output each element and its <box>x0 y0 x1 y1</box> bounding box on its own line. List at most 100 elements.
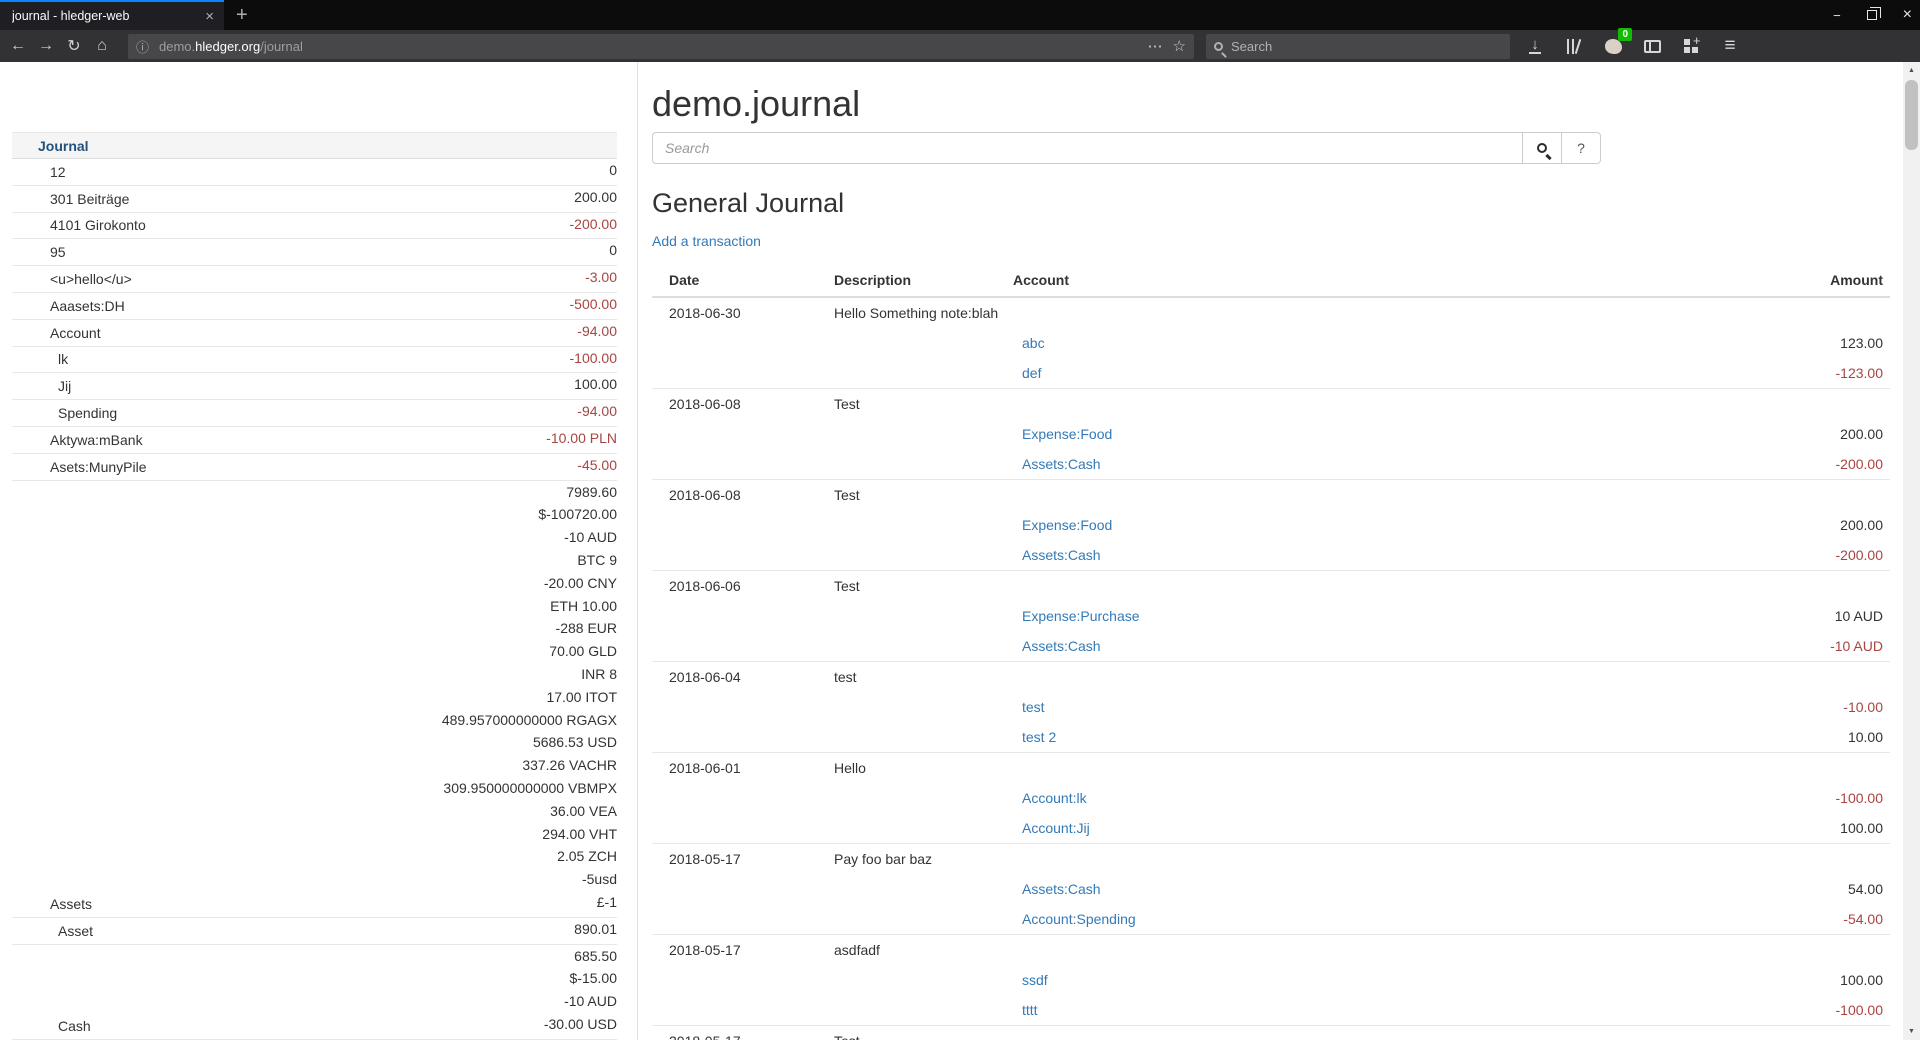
sidebar-account-link[interactable]: Aaasets:DH <box>12 297 570 316</box>
scroll-up-icon[interactable]: ▲ <box>1903 62 1920 79</box>
sidebar-account-link[interactable]: Aktywa:mBank <box>12 431 546 450</box>
forward-icon[interactable]: → <box>32 37 60 55</box>
reload-icon[interactable]: ↻ <box>60 36 88 56</box>
account-balance: -100.00 <box>570 347 617 370</box>
posting-account-link[interactable]: Assets:Cash <box>1022 881 1101 897</box>
posting-amount: 100.00 <box>1840 820 1883 836</box>
posting-account-link[interactable]: Account:lk <box>1022 790 1087 806</box>
window-close-button[interactable]: × <box>1903 6 1912 24</box>
transaction-summary-row[interactable]: 2018-05-17Pay foo bar baz <box>652 844 1890 874</box>
posting-account-link[interactable]: def <box>1022 365 1041 381</box>
journal-search-button[interactable] <box>1523 132 1562 164</box>
transaction-summary-row[interactable]: 2018-06-04test <box>652 662 1890 692</box>
posting-row: Assets:Cash54.00 <box>652 874 1890 904</box>
balance-amount: -94.00 <box>577 400 617 423</box>
sidebar-account-link[interactable]: lk <box>12 350 570 369</box>
balance-amount: -45.00 <box>577 454 617 477</box>
account-balance: 200.00 <box>574 186 617 209</box>
transaction-summary-row[interactable]: 2018-06-08Test <box>652 389 1890 419</box>
account-balance: 685.50$-15.00-10 AUD-30.00 USD <box>544 945 617 1036</box>
posting-account-link[interactable]: Expense:Food <box>1022 517 1112 533</box>
sidebar-account-link[interactable]: 4101 Girokonto <box>12 216 570 235</box>
sidebar-account-link[interactable]: 95 <box>12 243 609 262</box>
posting-account-link[interactable]: Account:Spending <box>1022 911 1136 927</box>
new-tab-button[interactable]: + <box>236 1 248 29</box>
transaction-description: test <box>834 669 857 685</box>
posting-account-link[interactable]: Account:Jij <box>1022 820 1090 836</box>
page-scrollbar[interactable]: ▲ ▼ <box>1903 62 1920 1040</box>
journal-link[interactable]: Journal <box>38 138 89 154</box>
balance-amount: 70.00 GLD <box>442 640 617 663</box>
sidebar-divider <box>637 62 638 1040</box>
transaction-summary-row[interactable]: 2018-06-01Hello <box>652 753 1890 783</box>
posting-account-link[interactable]: tttt <box>1022 1002 1038 1018</box>
extension-icon[interactable]: 0 <box>1602 35 1624 57</box>
sidebar-account-link[interactable]: Asets:MunyPile <box>12 458 577 477</box>
posting-row: Expense:Purchase 10 AUD <box>652 601 1890 631</box>
transaction-date: 2018-06-30 <box>669 305 741 321</box>
posting-amount: 10 AUD <box>1835 608 1883 624</box>
sidebar-account-row: Aktywa:mBank-10.00 PLN <box>12 427 617 454</box>
balance-amount: 0 <box>609 239 617 262</box>
transaction-description: Test <box>834 578 860 594</box>
window-restore-button[interactable] <box>1867 10 1877 20</box>
back-icon[interactable]: ← <box>4 37 32 55</box>
sidebar-account-link[interactable]: Assets <box>12 895 442 914</box>
transaction-summary-row[interactable]: 2018-06-06Test <box>652 571 1890 601</box>
library-icon[interactable] <box>1563 35 1585 57</box>
balance-amount: ETH 10.00 <box>442 595 617 618</box>
browser-search-field[interactable]: Search <box>1206 34 1510 59</box>
account-balance: -500.00 <box>570 293 617 316</box>
balance-amount: -10 AUD <box>544 990 617 1013</box>
journal-search-input[interactable] <box>652 132 1523 164</box>
transaction-summary-row[interactable]: 2018-06-08Test <box>652 480 1890 510</box>
sidebar-account-link[interactable]: 12 <box>12 163 609 182</box>
journal-search-form: ? <box>652 132 1601 164</box>
posting-account-link[interactable]: abc <box>1022 335 1045 351</box>
posting-account-link[interactable]: Expense:Purchase <box>1022 608 1140 624</box>
posting-account-link[interactable]: Assets:Cash <box>1022 456 1101 472</box>
posting-row: Expense:Food200.00 <box>652 510 1890 540</box>
account-balance: 7989.60$-100720.00-10 AUDBTC 9-20.00 CNY… <box>442 481 617 914</box>
sidebar-account-link[interactable]: Cash <box>12 1017 544 1036</box>
transaction-description: Test <box>834 1033 860 1040</box>
posting-account-link[interactable]: test 2 <box>1022 729 1056 745</box>
sidebar-account-link[interactable]: Asset <box>12 922 574 941</box>
posting-account-link[interactable]: Assets:Cash <box>1022 547 1101 563</box>
sidebar-account-link[interactable]: Spending <box>12 404 577 423</box>
posting-account-link[interactable]: test <box>1022 699 1045 715</box>
pocket-grid-icon[interactable] <box>1680 35 1702 57</box>
sidebar-account-row: Asets:MunyPile-45.00 <box>12 454 617 481</box>
posting-account-link[interactable]: ssdf <box>1022 972 1048 988</box>
site-info-icon[interactable]: ⓘ <box>136 37 149 56</box>
menu-icon[interactable]: ≡ <box>1719 35 1741 57</box>
url-bar[interactable]: ⓘ demo.hledger.org/journal ⋯ ☆ <box>128 34 1194 59</box>
posting-account-link[interactable]: Assets:Cash <box>1022 638 1101 654</box>
transaction-summary-row[interactable]: 2018-05-17Test <box>652 1026 1890 1040</box>
sidebar-account-link[interactable]: 301 Beiträge <box>12 190 574 209</box>
sidebar-account-row: lk-100.00 <box>12 347 617 374</box>
add-transaction-link[interactable]: Add a transaction <box>652 233 761 249</box>
tab-close-icon[interactable]: × <box>205 8 214 25</box>
page-actions-icon[interactable]: ⋯ <box>1148 37 1163 55</box>
browser-tab[interactable]: journal - hledger-web × <box>0 0 224 30</box>
scroll-down-icon[interactable]: ▼ <box>1903 1023 1920 1040</box>
sidebars-icon[interactable] <box>1641 35 1663 57</box>
posting-amount: 123.00 <box>1840 335 1883 351</box>
sidebar-account-link[interactable]: <u>hello</u> <box>12 270 585 289</box>
window-minimize-button[interactable]: − <box>1833 8 1841 23</box>
sidebar-account-link[interactable]: Account <box>12 324 577 343</box>
posting-amount: -123.00 <box>1836 365 1883 381</box>
bookmark-star-icon[interactable]: ☆ <box>1173 37 1186 55</box>
posting-account-link[interactable]: Expense:Food <box>1022 426 1112 442</box>
balance-amount: -30.00 USD <box>544 1013 617 1036</box>
transaction-summary-row[interactable]: 2018-05-17asdfadf <box>652 935 1890 965</box>
transaction-date: 2018-06-08 <box>669 396 741 412</box>
home-icon[interactable]: ⌂ <box>88 37 116 55</box>
sidebar-account-link[interactable]: Jij <box>12 377 574 396</box>
downloads-icon[interactable]: ↓ <box>1524 35 1546 57</box>
search-help-button[interactable]: ? <box>1562 132 1601 164</box>
transaction-summary-row[interactable]: 2018-06-30Hello Something note:blah <box>652 298 1890 328</box>
scrollbar-thumb[interactable] <box>1905 80 1918 150</box>
transaction-description: asdfadf <box>834 942 880 958</box>
